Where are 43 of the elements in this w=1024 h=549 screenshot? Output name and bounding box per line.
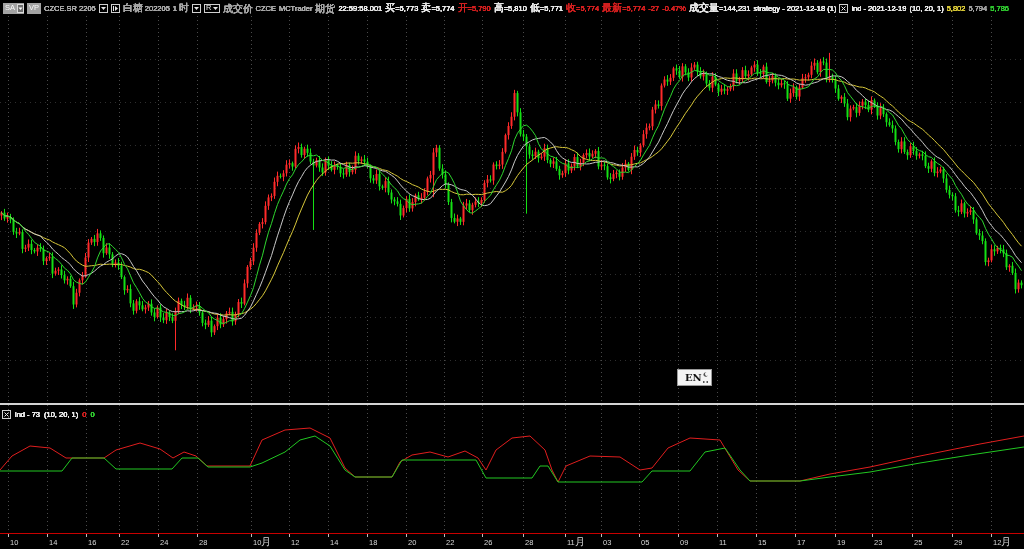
step-forward-icon bbox=[112, 5, 118, 11]
axis-tick bbox=[601, 534, 602, 537]
caret-icon bbox=[212, 6, 218, 10]
axis-tick bbox=[872, 534, 873, 537]
axis-tick bbox=[717, 534, 718, 537]
moon-icon bbox=[703, 372, 708, 377]
info-label: 期货 bbox=[315, 2, 336, 14]
axis-tick bbox=[197, 534, 198, 537]
close-icon bbox=[841, 5, 847, 11]
dropdown-button[interactable] bbox=[192, 3, 202, 13]
close-icon bbox=[4, 411, 9, 417]
ime-mode-label[interactable]: EN bbox=[685, 372, 702, 383]
axis-tick bbox=[328, 534, 329, 537]
dots-icon bbox=[703, 379, 708, 383]
axis-tick bbox=[678, 534, 679, 537]
axis-tick bbox=[639, 534, 640, 537]
dropdown-button[interactable] bbox=[98, 3, 108, 13]
axis-tick bbox=[158, 534, 159, 537]
caret-icon bbox=[100, 6, 106, 10]
axis-tick bbox=[523, 534, 524, 537]
axis-tick bbox=[756, 534, 757, 537]
axis-tick bbox=[251, 534, 252, 537]
close-button[interactable] bbox=[839, 3, 849, 13]
axis-tick bbox=[482, 534, 483, 537]
axis-tick bbox=[86, 534, 87, 537]
caret-icon bbox=[17, 3, 24, 13]
close-button[interactable] bbox=[2, 409, 11, 419]
axis-tick bbox=[952, 534, 953, 537]
info-label: 成交价 bbox=[222, 2, 253, 14]
axis-tick bbox=[565, 534, 566, 537]
caret-icon bbox=[194, 6, 200, 10]
axis-tick bbox=[991, 534, 992, 537]
axis-tick bbox=[835, 534, 836, 537]
axis-tick bbox=[367, 534, 368, 537]
axis-tick bbox=[444, 534, 445, 537]
axis-tick bbox=[795, 534, 796, 537]
axis-tick bbox=[119, 534, 120, 537]
axis-tick bbox=[289, 534, 290, 537]
step-button[interactable] bbox=[110, 3, 120, 13]
axis-tick bbox=[47, 534, 48, 537]
axis-tick bbox=[406, 534, 407, 537]
axis-tick bbox=[912, 534, 913, 537]
axis-tick bbox=[8, 534, 9, 537]
